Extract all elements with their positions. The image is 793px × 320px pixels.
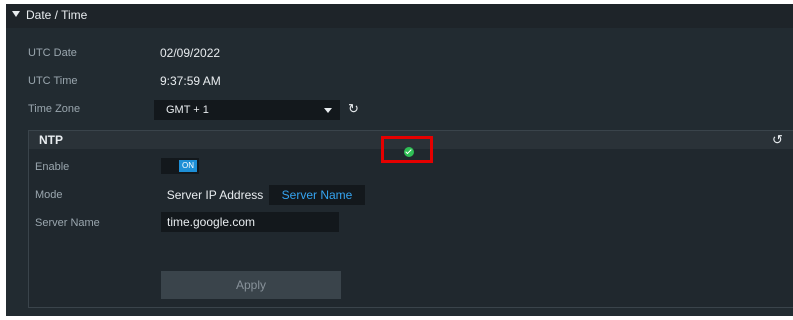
check-circle-icon	[404, 147, 414, 157]
panel-header[interactable]: Date / Time	[6, 4, 793, 28]
enable-label: Enable	[35, 161, 70, 173]
mode-label: Mode	[35, 189, 63, 201]
utc-time-label: UTC Time	[28, 75, 78, 87]
apply-button[interactable]: Apply	[161, 271, 341, 299]
chevron-down-icon	[324, 108, 332, 113]
mode-option-server-ip[interactable]: Server IP Address	[161, 185, 269, 205]
reset-icon[interactable]: ↺	[772, 133, 783, 146]
time-zone-label: Time Zone	[28, 103, 81, 115]
time-zone-select[interactable]: GMT + 1	[154, 100, 340, 120]
server-name-input[interactable]: time.google.com	[161, 212, 339, 232]
utc-date-value: 02/09/2022	[160, 46, 221, 60]
server-name-label: Server Name	[35, 217, 100, 229]
time-zone-value: GMT + 1	[166, 104, 209, 116]
utc-date-label: UTC Date	[28, 47, 77, 59]
mode-option-server-name[interactable]: Server Name	[269, 185, 365, 205]
refresh-icon[interactable]: ↻	[348, 102, 359, 115]
ntp-title: NTP	[39, 133, 63, 147]
ntp-section: NTP ↺ Enable ON Mode Server IP Address S…	[28, 130, 793, 308]
date-time-panel: Date / Time UTC Date 02/09/2022 UTC Time…	[6, 4, 793, 316]
enable-toggle[interactable]: ON	[161, 158, 199, 174]
collapse-caret-icon[interactable]	[12, 11, 20, 17]
utc-time-value: 9:37:59 AM	[160, 74, 221, 88]
toggle-state: ON	[179, 160, 197, 172]
status-highlight-box	[381, 136, 433, 163]
panel-title: Date / Time	[26, 8, 88, 22]
